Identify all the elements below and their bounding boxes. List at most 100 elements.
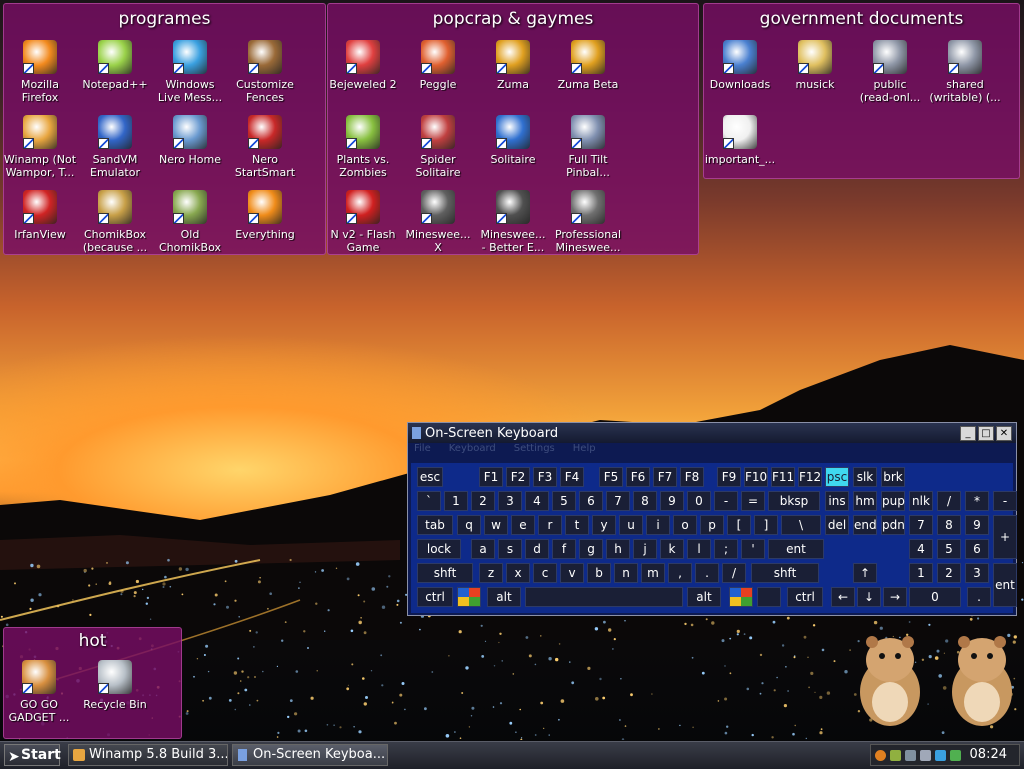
desktop-shortcut[interactable]: IrfanView [3,190,77,241]
key-7[interactable]: 7 [909,515,933,535]
key-symbol[interactable]: → [883,587,907,607]
fence-hot[interactable]: hot GO GO GADGET ... Recycle Bin [3,627,182,739]
desktop-shortcut[interactable]: GO GO GADGET ... [2,660,76,724]
desktop-shortcut[interactable]: Plants vs. Zombies [326,115,400,179]
start-button[interactable]: ➤ Start [4,744,61,766]
desktop-shortcut[interactable]: Windows Live Mess... [153,40,227,104]
key-bksp[interactable]: bksp [768,491,820,511]
key-brk[interactable]: brk [881,467,905,487]
key-0[interactable]: 0 [909,587,961,607]
windows-key-icon[interactable] [457,587,481,607]
desktop-shortcut[interactable]: Nero StartSmart [228,115,302,179]
desktop-shortcut[interactable]: Everything [228,190,302,241]
key-hm[interactable]: hm [853,491,877,511]
network-icon[interactable] [950,750,961,761]
key-symbol[interactable]: = [741,491,765,511]
key-1[interactable]: 1 [444,491,468,511]
desktop-shortcut[interactable]: SandVM Emulator [78,115,152,179]
key-shft[interactable]: shft [751,563,819,583]
desktop-shortcut[interactable]: Notepad++ [78,40,152,91]
key-symbol[interactable]: - [993,491,1017,511]
key-j[interactable]: j [633,539,657,559]
key-o[interactable]: o [673,515,697,535]
key-s[interactable]: s [498,539,522,559]
key-symbol[interactable]: + [993,515,1017,559]
desktop-shortcut[interactable]: Peggle [401,40,475,91]
key-e[interactable]: e [511,515,535,535]
key-symbol[interactable]: ↑ [853,563,877,583]
key-l[interactable]: l [687,539,711,559]
desktop-shortcut[interactable]: ChomikBox (because ... [78,190,152,254]
menu-keyboard[interactable]: Keyboard [449,443,496,456]
key-t[interactable]: t [565,515,589,535]
key-ins[interactable]: ins [825,491,849,511]
desktop-shortcut[interactable]: Bejeweled 2 [326,40,400,91]
windows-key-icon[interactable] [729,587,753,607]
taskbar-item-on-screen-keyboard[interactable]: On-Screen Keyboa... [232,744,388,766]
key-pdn[interactable]: pdn [881,515,905,535]
key-ctrl[interactable]: ctrl [787,587,823,607]
titlebar[interactable]: On-Screen Keyboard _ □ ✕ [408,423,1016,443]
key-symbol[interactable]: . [967,587,991,607]
key-F12[interactable]: F12 [798,467,822,487]
key-symbol[interactable]: \ [781,515,821,535]
desktop-shortcut[interactable]: N v2 - Flash Game [326,190,400,254]
desktop-shortcut[interactable]: Zuma Beta [551,40,625,91]
key-symbol[interactable]: ` [417,491,441,511]
key-F3[interactable]: F3 [533,467,557,487]
key-esc[interactable]: esc [417,467,443,487]
key-k[interactable]: k [660,539,684,559]
desktop-shortcut[interactable]: Spider Solitaire [401,115,475,179]
key-0[interactable]: 0 [687,491,711,511]
key-symbol[interactable]: * [965,491,989,511]
key-i[interactable]: i [646,515,670,535]
key-8[interactable]: 8 [937,515,961,535]
key-symbol[interactable]: ← [831,587,855,607]
key-9[interactable]: 9 [660,491,684,511]
key-c[interactable]: c [533,563,557,583]
key-F9[interactable]: F9 [717,467,741,487]
desktop-shortcut[interactable]: Mineswee... - Better E... [476,190,550,254]
menu-key-icon[interactable] [757,587,781,607]
key-v[interactable]: v [560,563,584,583]
key-4[interactable]: 4 [525,491,549,511]
key-ctrl[interactable]: ctrl [417,587,453,607]
tray-app-icon[interactable] [890,750,901,761]
key-F11[interactable]: F11 [771,467,795,487]
key-h[interactable]: h [606,539,630,559]
desktop-shortcut[interactable]: musick [778,40,852,91]
key-6[interactable]: 6 [965,539,989,559]
desktop-shortcut[interactable]: Solitaire [476,115,550,166]
key-del[interactable]: del [825,515,849,535]
key-u[interactable]: u [619,515,643,535]
key-shft[interactable]: shft [417,563,473,583]
key-2[interactable]: 2 [937,563,961,583]
desktop-shortcut[interactable]: Nero Home [153,115,227,166]
menu-help[interactable]: Help [573,443,596,456]
key-9[interactable]: 9 [965,515,989,535]
close-icon[interactable]: ✕ [996,425,1012,441]
key-symbol[interactable]: - [714,491,738,511]
key-F7[interactable]: F7 [653,467,677,487]
tray-app-icon[interactable] [905,750,916,761]
key-g[interactable]: g [579,539,603,559]
desktop-shortcut[interactable]: Full Tilt Pinbal... [551,115,625,179]
key-symbol[interactable]: ; [714,539,738,559]
key-f[interactable]: f [552,539,576,559]
key-n[interactable]: n [614,563,638,583]
key-nlk[interactable]: nlk [909,491,933,511]
desktop-shortcut[interactable]: shared (writable) (... [928,40,1002,104]
key-x[interactable]: x [506,563,530,583]
desktop-shortcut[interactable]: Winamp (Not Wampor, T... [3,115,77,179]
key-symbol[interactable]: . [695,563,719,583]
key-F5[interactable]: F5 [599,467,623,487]
key-F8[interactable]: F8 [680,467,704,487]
key-1[interactable]: 1 [909,563,933,583]
key-symbol[interactable]: / [722,563,746,583]
key-F1[interactable]: F1 [479,467,503,487]
desktop-shortcut[interactable]: Recycle Bin [78,660,152,711]
key-m[interactable]: m [641,563,665,583]
key-lock[interactable]: lock [417,539,461,559]
fence-games[interactable]: popcrap & gaymes Bejeweled 2 Peggle Zuma Zu… [327,3,699,255]
key-symbol[interactable]: ↓ [857,587,881,607]
